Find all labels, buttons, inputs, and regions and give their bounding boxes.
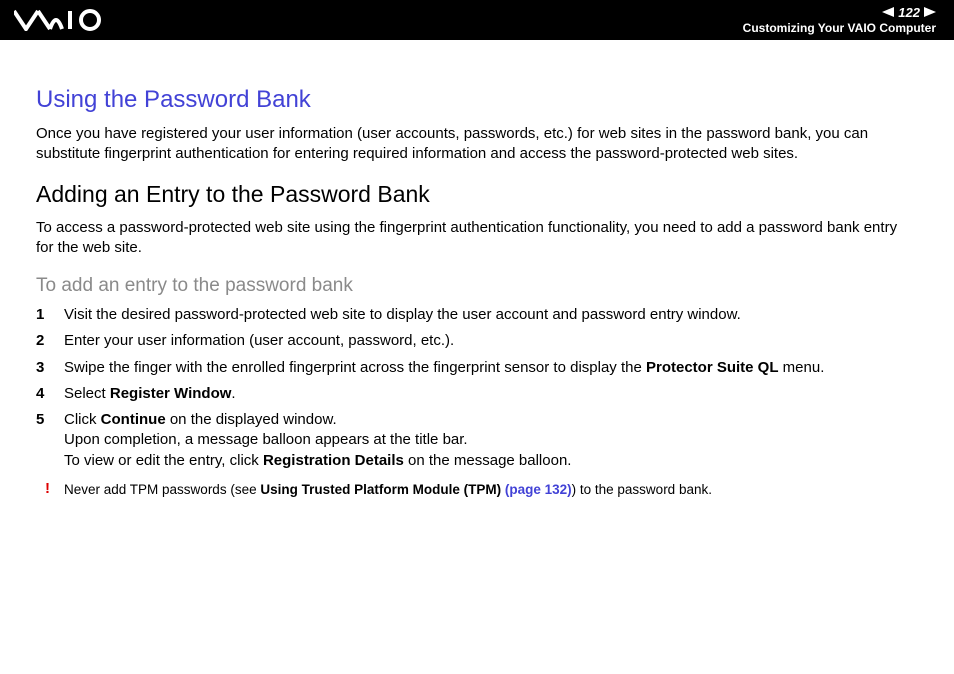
breadcrumb: Customizing Your VAIO Computer bbox=[743, 21, 936, 35]
vaio-logo bbox=[14, 9, 110, 31]
note-bold: Using Trusted Platform Module (TPM) bbox=[260, 482, 505, 497]
step-text: Swipe the finger with the enrolled finge… bbox=[64, 359, 646, 376]
page-header: 122 Customizing Your VAIO Computer bbox=[0, 0, 954, 40]
step-item: Enter your user information (user accoun… bbox=[36, 331, 918, 351]
subsection-title: Adding an Entry to the Password Bank bbox=[36, 181, 918, 208]
step-bold: Register Window bbox=[110, 385, 232, 402]
page-number: 122 bbox=[898, 5, 920, 21]
prev-page-arrow-icon[interactable] bbox=[882, 5, 894, 21]
step-text: To view or edit the entry, click bbox=[64, 452, 263, 469]
step-item: Visit the desired password-protected web… bbox=[36, 305, 918, 325]
step-text: Enter your user information (user accoun… bbox=[64, 332, 454, 349]
next-page-arrow-icon[interactable] bbox=[924, 5, 936, 21]
step-text: . bbox=[231, 385, 235, 402]
page-navigation: 122 bbox=[743, 5, 936, 21]
task-title: To add an entry to the password bank bbox=[36, 275, 918, 297]
step-bold: Protector Suite QL bbox=[646, 359, 779, 376]
step-item: Select Register Window. bbox=[36, 384, 918, 404]
subsection-intro: To access a password-protected web site … bbox=[36, 218, 918, 257]
section-intro: Once you have registered your user infor… bbox=[36, 124, 918, 163]
section-title: Using the Password Bank bbox=[36, 86, 918, 114]
note-page-link[interactable]: (page 132) bbox=[505, 482, 572, 497]
step-item: Click Continue on the displayed window. … bbox=[36, 410, 918, 471]
step-text: Upon completion, a message balloon appea… bbox=[64, 431, 468, 448]
note-text: ) to the password bank. bbox=[572, 482, 712, 497]
warning-note: ! Never add TPM passwords (see Using Tru… bbox=[36, 481, 918, 499]
step-text: Select bbox=[64, 385, 110, 402]
step-text: menu. bbox=[779, 359, 825, 376]
step-text: on the displayed window. bbox=[166, 411, 337, 428]
step-bold: Registration Details bbox=[263, 452, 404, 469]
page-content: Using the Password Bank Once you have re… bbox=[0, 40, 954, 498]
step-bold: Continue bbox=[101, 411, 166, 428]
step-item: Swipe the finger with the enrolled finge… bbox=[36, 358, 918, 378]
step-text: on the message balloon. bbox=[404, 452, 572, 469]
header-meta: 122 Customizing Your VAIO Computer bbox=[743, 5, 936, 35]
step-text: Visit the desired password-protected web… bbox=[64, 306, 741, 323]
step-text: Click bbox=[64, 411, 101, 428]
warning-icon: ! bbox=[45, 479, 50, 499]
step-list: Visit the desired password-protected web… bbox=[36, 305, 918, 471]
note-text: Never add TPM passwords (see bbox=[64, 482, 260, 497]
